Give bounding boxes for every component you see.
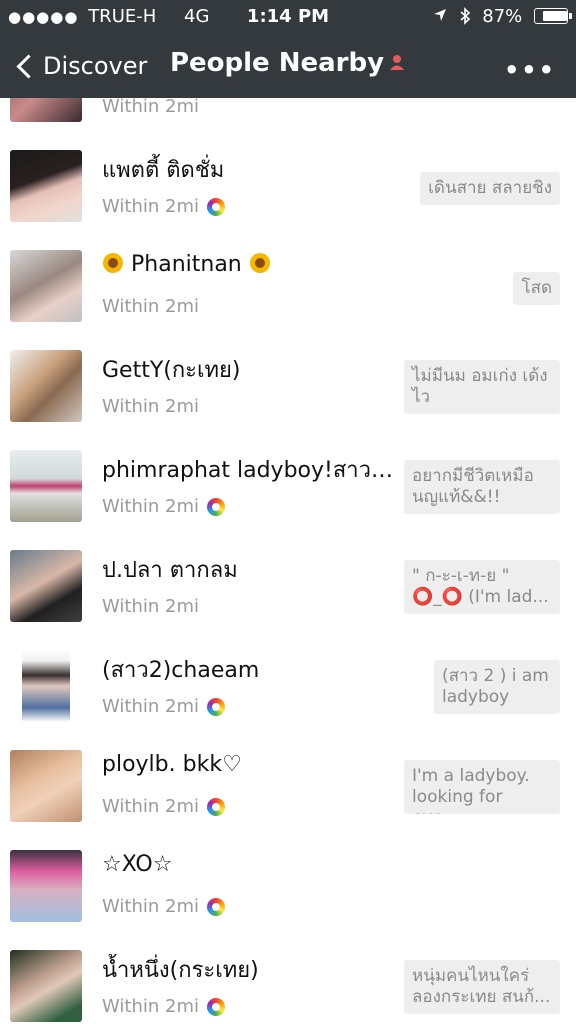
page-title: People Nearby bbox=[0, 48, 576, 78]
avatar bbox=[10, 250, 82, 322]
user-name: phimraphat ladyboy!สาวส... bbox=[102, 458, 402, 483]
person-nearby-icon bbox=[388, 48, 406, 70]
list-item[interactable]: ploylb. bkk♡ Within 2mi I'm a ladyboy. l… bbox=[0, 740, 576, 841]
user-name: แพตตี้ ติดชั่ม bbox=[102, 158, 225, 183]
status-bubble: อยากมีชีวิตเหมือนญแท้&&!! bbox=[404, 460, 560, 514]
moments-icon bbox=[207, 797, 225, 816]
distance-label: Within 2mi bbox=[102, 896, 225, 917]
distance-label: Within 2mi bbox=[102, 296, 199, 317]
moments-icon bbox=[207, 897, 225, 916]
status-bar: ●●●●● TRUE-H 4G 1:14 PM 87% bbox=[0, 0, 576, 34]
page-title-text: People Nearby bbox=[169, 48, 385, 78]
distance-label: Within 2mi bbox=[102, 796, 225, 817]
list-item[interactable]: น้ำหนึ่ง(กระเทย) Within 2mi หนุ่มคนไหนใค… bbox=[0, 940, 576, 1024]
distance-label: Within 2mi bbox=[102, 596, 199, 617]
battery-percent: 87% bbox=[482, 6, 523, 27]
sunflower-icon bbox=[102, 252, 124, 274]
avatar bbox=[22, 650, 70, 722]
list-item[interactable]: Within 2mi bbox=[0, 98, 576, 141]
sunflower-icon bbox=[249, 252, 271, 274]
distance-label: Within 2mi bbox=[102, 696, 225, 717]
user-name: ป.ปลา ตากลม bbox=[102, 558, 238, 583]
status-bubble: หนุ่มคนไหนใคร่ลองกระเทย สนก้... bbox=[404, 960, 560, 1014]
list-item[interactable]: Phanitnan Within 2mi โสด bbox=[0, 240, 576, 341]
avatar bbox=[10, 850, 82, 922]
status-bubble: เดินสาย สลายชิง bbox=[420, 172, 560, 205]
status-bubble: โสด bbox=[513, 272, 560, 305]
user-name: (สาว2)chaeam bbox=[102, 658, 260, 683]
list-item[interactable]: phimraphat ladyboy!สาวส... Within 2mi อย… bbox=[0, 440, 576, 541]
status-bubble: " ก-ะ-เ-ท-ย " ⭕_⭕ (I'm lad... bbox=[404, 560, 560, 614]
moments-icon bbox=[207, 997, 225, 1016]
navigation-bar: Discover People Nearby ••• bbox=[0, 34, 576, 98]
avatar bbox=[10, 450, 82, 522]
status-bubble: I'm a ladyboy. looking for eve... bbox=[404, 760, 560, 814]
battery-icon bbox=[534, 8, 572, 24]
distance-label: Within 2mi bbox=[102, 996, 225, 1017]
user-name: น้ำหนึ่ง(กระเทย) bbox=[102, 958, 259, 983]
more-options-button[interactable]: ••• bbox=[504, 56, 556, 84]
moments-icon bbox=[207, 697, 225, 716]
list-item[interactable]: (สาว2)chaeam Within 2mi (สาว 2 ) i am la… bbox=[0, 640, 576, 741]
user-name: ☆XO☆ bbox=[102, 852, 173, 877]
moments-icon bbox=[207, 197, 225, 216]
list-item[interactable]: ☆XO☆ Within 2mi bbox=[0, 840, 576, 941]
list-item[interactable]: GettY(กะเทย) Within 2mi ไม่มีนม อมเก่ง เ… bbox=[0, 340, 576, 441]
list-item[interactable]: แพตตี้ ติดชั่ม Within 2mi เดินสาย สลายชิ… bbox=[0, 140, 576, 241]
bluetooth-icon bbox=[459, 6, 477, 27]
avatar bbox=[10, 350, 82, 422]
distance-label: Within 2mi bbox=[102, 396, 199, 417]
list-item[interactable]: ป.ปลา ตากลม Within 2mi " ก-ะ-เ-ท-ย " ⭕_⭕… bbox=[0, 540, 576, 641]
avatar bbox=[10, 550, 82, 622]
avatar bbox=[10, 98, 82, 122]
user-name: ploylb. bkk♡ bbox=[102, 752, 242, 777]
user-name: Phanitnan bbox=[102, 252, 271, 277]
avatar bbox=[10, 950, 82, 1022]
avatar bbox=[10, 150, 82, 222]
user-name: GettY(กะเทย) bbox=[102, 358, 241, 383]
avatar bbox=[10, 750, 82, 822]
location-arrow-icon bbox=[433, 6, 453, 27]
moments-icon bbox=[207, 497, 225, 516]
status-bubble: (สาว 2 ) i am ladyboy bbox=[434, 660, 560, 714]
people-list: Within 2mi แพตตี้ ติดชั่ม Within 2mi เดิ… bbox=[0, 98, 576, 1024]
distance-label: Within 2mi bbox=[102, 98, 199, 117]
status-bubble: ไม่มีนม อมเก่ง เด้งไว bbox=[404, 360, 560, 414]
distance-label: Within 2mi bbox=[102, 496, 225, 517]
distance-label: Within 2mi bbox=[102, 196, 225, 217]
